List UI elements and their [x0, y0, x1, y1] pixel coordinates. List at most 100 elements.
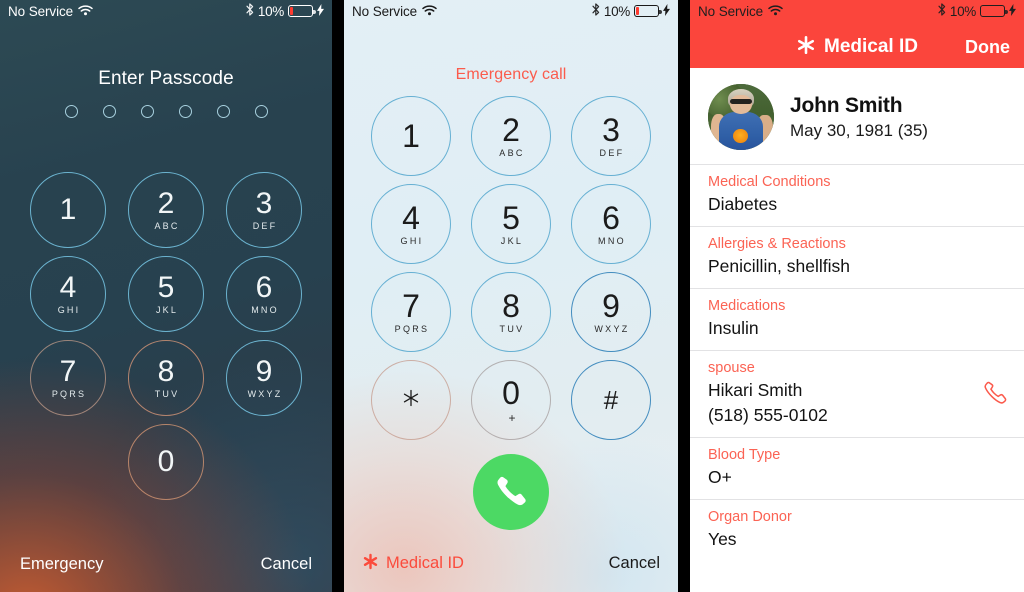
keypad-key-6[interactable]: 6 MNO — [226, 256, 302, 332]
medical-id-navbar: Medical ID Done — [690, 26, 1024, 68]
phone-handset-icon — [493, 472, 529, 513]
dialer-key-3[interactable]: 3 DEF — [571, 96, 651, 176]
keypad-key-4[interactable]: 4 GHI — [30, 256, 106, 332]
carrier-label: No Service — [352, 3, 418, 19]
status-bar-medical: No Service 10% — [690, 0, 1024, 22]
avatar-face — [729, 94, 752, 114]
status-bar-lock: No Service 10% — [0, 0, 332, 22]
passcode-dot — [140, 105, 154, 118]
keypad-key-5[interactable]: 5 JKL — [128, 256, 204, 332]
dialer-key-9[interactable]: 9 WXYZ — [571, 272, 651, 352]
dialer-key-6[interactable]: 6 MNO — [571, 184, 651, 264]
passcode-dots — [0, 105, 332, 118]
page-title: Medical ID — [824, 36, 918, 57]
key-letters: WXYZ — [247, 389, 283, 399]
dialer-key-5[interactable]: 5 JKL — [471, 184, 551, 264]
wifi-icon — [78, 4, 93, 19]
key-letters: TUV — [154, 389, 180, 399]
row-value: Penicillin, shellfish — [708, 256, 851, 277]
key-letters: DEF — [599, 148, 625, 158]
key-number: 0 — [157, 445, 175, 478]
status-bar-right: 10% — [246, 3, 324, 19]
passcode-dot — [254, 105, 268, 118]
dialer-keypad: 1 2 ABC 3 DEF 4 GHI 5 JKL 6 MNO 7 PQRS 8… — [344, 96, 678, 448]
key-number: # — [603, 385, 619, 415]
key-number: 0 — [502, 374, 520, 411]
emergency-call-label: Emergency call — [455, 66, 567, 83]
key-number: 8 — [502, 288, 520, 324]
key-number: 6 — [602, 200, 620, 236]
lightning-bolt-icon — [663, 3, 670, 19]
emergency-button[interactable]: Emergency — [20, 555, 103, 574]
dialer-key-4[interactable]: 4 GHI — [371, 184, 451, 264]
key-number: 5 — [502, 200, 520, 236]
bluetooth-icon — [246, 3, 254, 19]
row-label: Medications — [708, 298, 786, 315]
keypad-row: 0 — [128, 424, 204, 500]
medical-asterisk-icon — [796, 35, 816, 60]
keypad-key-0[interactable]: 0 — [128, 424, 204, 500]
keypad-row: 4 GHI 5 JKL 6 MNO — [371, 184, 651, 264]
medical-id-button[interactable]: Medical ID — [362, 553, 464, 574]
passcode-dot — [102, 105, 116, 118]
row-value: Insulin — [708, 318, 759, 339]
passcode-dot — [64, 105, 78, 118]
dialer-key-7[interactable]: 7 PQRS — [371, 272, 451, 352]
keypad-key-1[interactable]: 1 — [30, 172, 106, 248]
dialer-key-0[interactable]: 0 + — [471, 360, 551, 440]
key-letters: GHI — [400, 236, 424, 246]
key-number: 5 — [157, 271, 175, 304]
medical-row-medications: Medications Insulin — [690, 288, 1024, 350]
status-bar-right: 10% — [592, 3, 670, 19]
emergency-dialer-panel: No Service 10% Emergency call 1 2 ABC 3 … — [344, 0, 678, 592]
profile-text: John Smith May 30, 1981 (35) — [790, 94, 928, 141]
medical-asterisk-icon — [362, 553, 379, 574]
key-letters: MNO — [598, 236, 626, 246]
dialer-key-star[interactable] — [371, 360, 451, 440]
key-number: 2 — [502, 112, 520, 148]
dialer-key-1[interactable]: 1 — [371, 96, 451, 176]
key-number: 7 — [402, 288, 420, 324]
lightning-bolt-icon — [317, 3, 324, 19]
done-button[interactable]: Done — [965, 37, 1010, 58]
bluetooth-icon — [938, 3, 946, 19]
call-contact-icon[interactable] — [982, 379, 1008, 410]
keypad-row: 1 2 ABC 3 DEF — [30, 172, 302, 248]
cancel-button[interactable]: Cancel — [261, 555, 312, 574]
key-number: 1 — [59, 193, 77, 226]
keypad-key-8[interactable]: 8 TUV — [128, 340, 204, 416]
key-letters: PQRS — [394, 324, 430, 334]
status-bar-right: 10% — [938, 3, 1016, 19]
keypad-row: 4 GHI 5 JKL 6 MNO — [30, 256, 302, 332]
keypad-key-9[interactable]: 9 WXYZ — [226, 340, 302, 416]
key-number: 8 — [157, 355, 175, 388]
profile-name: John Smith — [790, 93, 903, 117]
dialer-key-8[interactable]: 8 TUV — [471, 272, 551, 352]
wifi-icon — [422, 4, 437, 19]
status-bar-left: No Service — [698, 4, 783, 19]
passcode-dot — [216, 105, 230, 118]
status-bar-left: No Service — [8, 4, 93, 19]
passcode-keypad: 1 2 ABC 3 DEF 4 GHI 5 JKL 6 MNO 7 PQRS 8… — [0, 172, 332, 508]
keypad-key-7[interactable]: 7 PQRS — [30, 340, 106, 416]
medical-id-label: Medical ID — [386, 554, 464, 572]
row-label: Medical Conditions — [708, 174, 831, 190]
keypad-key-3[interactable]: 3 DEF — [226, 172, 302, 248]
row-value: O+ — [708, 466, 732, 487]
avatar-sunglasses — [729, 99, 752, 104]
status-bar-left: No Service — [352, 4, 437, 19]
key-letters: WXYZ — [594, 324, 630, 334]
cancel-button[interactable]: Cancel — [609, 554, 660, 573]
call-button[interactable] — [473, 454, 549, 530]
row-value: Hikari Smith (518) 555-0102 — [708, 380, 828, 425]
keypad-key-2[interactable]: 2 ABC — [128, 172, 204, 248]
row-value: Diabetes — [708, 194, 778, 214]
battery-icon — [288, 5, 316, 17]
key-number: 6 — [255, 271, 273, 304]
key-number: 9 — [255, 355, 273, 388]
medical-row-blood-type: Blood Type O+ — [690, 436, 1024, 499]
status-bar-dialer: No Service 10% — [344, 0, 678, 22]
dialer-key-2[interactable]: 2 ABC — [471, 96, 551, 176]
dialer-key-hash[interactable]: # — [571, 360, 651, 440]
medical-row-allergies: Allergies & Reactions Penicillin, shellf… — [690, 226, 1024, 288]
